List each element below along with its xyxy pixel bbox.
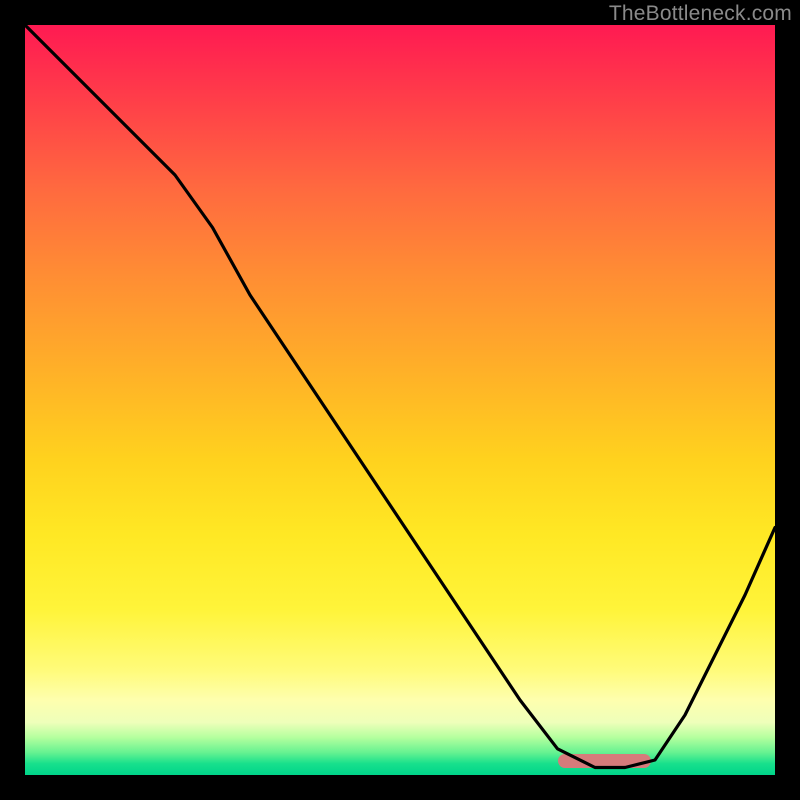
outer-frame: TheBottleneck.com bbox=[0, 0, 800, 800]
bottleneck-curve-svg bbox=[25, 25, 775, 775]
bottleneck-curve-path bbox=[25, 25, 775, 768]
plot-area bbox=[25, 25, 775, 775]
watermark-text: TheBottleneck.com bbox=[609, 2, 792, 26]
